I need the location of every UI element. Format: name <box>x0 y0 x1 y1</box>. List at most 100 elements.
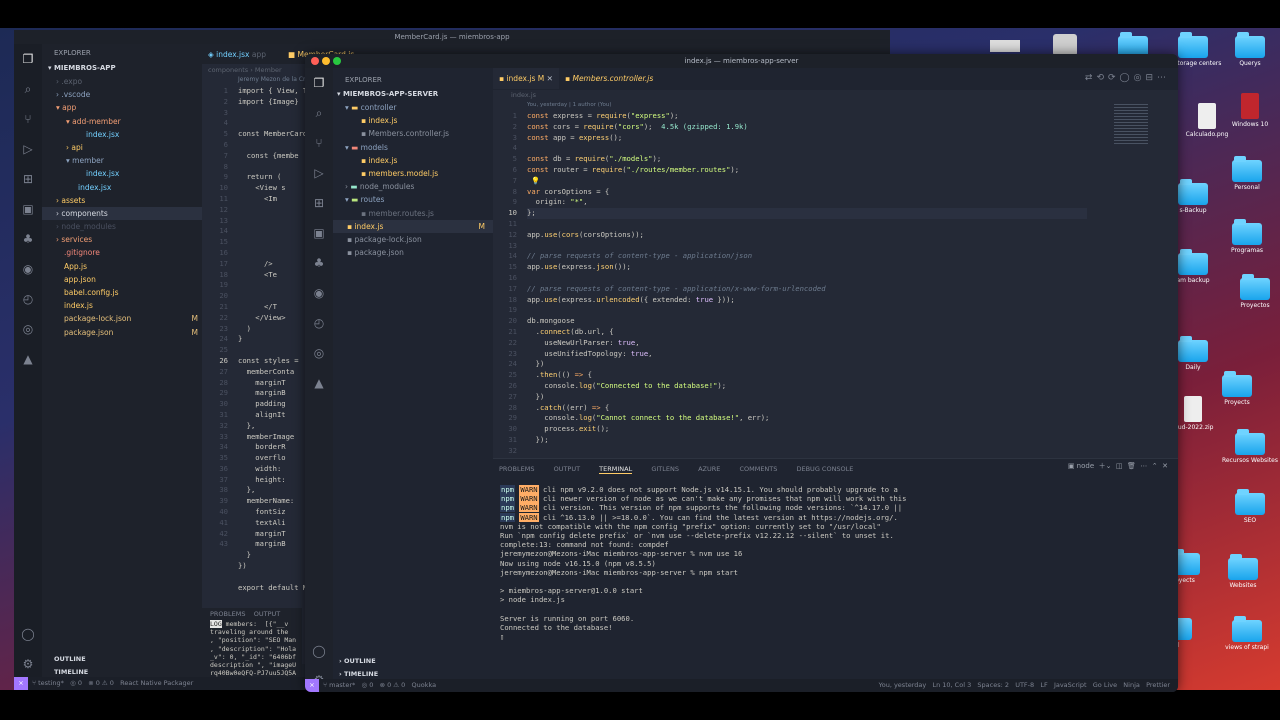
tree-item[interactable]: babel.config.js <box>42 286 202 299</box>
account-icon[interactable]: ◯ <box>305 636 333 666</box>
git-branch[interactable]: ⑂ testing* <box>32 679 64 687</box>
tree-item[interactable]: ▪ package-lock.json <box>333 233 493 246</box>
close-panel-icon[interactable]: ✕ <box>1162 462 1168 470</box>
azure-icon[interactable]: ▲ <box>305 368 333 398</box>
tree-item[interactable]: ▾ ▬ models <box>333 141 493 154</box>
outline-section[interactable]: › OUTLINE <box>339 657 376 665</box>
close-window-button[interactable] <box>311 57 319 65</box>
tree-item[interactable]: app.json <box>42 273 202 286</box>
end-of-line[interactable]: LF <box>1040 681 1047 689</box>
sync-status[interactable]: ◎ 0 <box>70 679 82 687</box>
tree-item[interactable]: › node_modules <box>42 220 202 233</box>
project-header[interactable]: ▾ MIEMBROS-APP <box>42 62 202 75</box>
remote-indicator[interactable]: ⨯ <box>14 677 28 690</box>
docker-icon[interactable]: ◉ <box>14 254 42 284</box>
desktop-folder-icon[interactable]: Recursos Websites <box>1215 429 1280 465</box>
tab-azure[interactable]: AZURE <box>698 465 720 473</box>
settings-gear-icon[interactable]: ⚙ <box>14 649 42 679</box>
tree-item[interactable]: package.json M <box>42 326 202 339</box>
tab-comments[interactable]: COMMENTS <box>739 465 777 473</box>
tab-members-controller[interactable]: ▪ Members.controller.js <box>559 68 659 89</box>
react-native-packager[interactable]: React Native Packager <box>120 679 193 687</box>
source-control-icon[interactable]: ⑂ <box>14 104 42 134</box>
desktop-folder-icon[interactable]: Websites <box>1208 554 1278 590</box>
tab-debug-console[interactable]: DEBUG CONSOLE <box>796 465 853 473</box>
tab-index-jsx[interactable]: ◈ index.jsx app <box>202 44 272 65</box>
tree-item[interactable]: ▪ members.model.js <box>333 167 493 180</box>
github-icon[interactable]: ◎ <box>14 314 42 344</box>
tree-item[interactable]: › services <box>42 233 202 246</box>
cursor-position[interactable]: Ln 10, Col 3 <box>932 681 971 689</box>
prettier-status[interactable]: Prettier <box>1146 681 1170 689</box>
indentation[interactable]: Spaces: 2 <box>977 681 1009 689</box>
editor-actions[interactable]: ⇄⟲⟳◯◎⊟⋯ <box>1085 73 1170 83</box>
remote-indicator[interactable]: ⨯ <box>305 679 319 692</box>
files-icon[interactable]: ❐ <box>14 44 42 74</box>
terminal-shell-selector[interactable]: ▣ node <box>1068 462 1094 470</box>
github-icon[interactable]: ◎ <box>305 338 333 368</box>
docker-icon[interactable]: ◉ <box>305 278 333 308</box>
tab-output[interactable]: OUTPUT <box>554 465 581 473</box>
tree-item[interactable]: ▪ Members.controller.js <box>333 127 493 140</box>
maximize-panel-icon[interactable]: ⌃ <box>1152 462 1158 470</box>
desktop-folder-icon[interactable]: Proyectos <box>1220 274 1280 310</box>
timeline-icon[interactable]: ◴ <box>14 284 42 314</box>
tree-item[interactable]: › .expo <box>42 75 202 88</box>
tree-item[interactable]: ▪ member.routes.js <box>333 207 493 220</box>
encoding[interactable]: UTF-8 <box>1015 681 1034 689</box>
run-debug-icon[interactable]: ▷ <box>14 134 42 164</box>
sync-status[interactable]: ◎ 0 <box>361 681 373 689</box>
tab-index-js[interactable]: ▪ index.js M ✕ <box>493 68 559 89</box>
tree-item[interactable]: index.jsx <box>42 181 202 194</box>
tree-item[interactable]: index.jsx <box>42 167 202 180</box>
tree-item[interactable]: ▪ index.js <box>333 114 493 127</box>
tree-item[interactable]: ▾ ▬ routes <box>333 193 493 206</box>
desktop-folder-icon[interactable]: SEO <box>1215 489 1280 525</box>
tab-output[interactable]: OUTPUT <box>254 610 281 618</box>
tree-item-active[interactable]: ▪ index.js M <box>333 219 493 233</box>
run-debug-icon[interactable]: ▷ <box>305 158 333 188</box>
more-actions-icon[interactable]: ⋯ <box>1140 462 1147 470</box>
quokka-status[interactable]: Quokka <box>412 681 437 689</box>
tree-item[interactable]: › components <box>42 206 202 221</box>
desktop-folder-icon[interactable]: Programas <box>1212 219 1280 255</box>
tree-item[interactable]: ▾ app <box>42 101 202 114</box>
search-icon[interactable]: ⌕ <box>305 98 333 128</box>
tree-item[interactable]: package-lock.json M <box>42 312 202 325</box>
tree-item[interactable]: › assets <box>42 194 202 207</box>
split-terminal-icon[interactable]: ◫ <box>1116 462 1123 470</box>
maximize-window-button[interactable] <box>333 57 341 65</box>
remote-icon[interactable]: ▣ <box>305 218 333 248</box>
tree-item[interactable]: › ▬ node_modules <box>333 180 493 193</box>
tree-item[interactable]: ▾ ▬ controller <box>333 101 493 114</box>
tree-item[interactable]: ▾ member <box>42 154 202 167</box>
ninja-status[interactable]: Ninja <box>1123 681 1140 689</box>
account-icon[interactable]: ◯ <box>14 619 42 649</box>
git-branch[interactable]: ⑂ master* <box>323 681 355 689</box>
timeline-icon[interactable]: ◴ <box>305 308 333 338</box>
timeline-section[interactable]: › TIMELINE <box>339 670 378 678</box>
code-lines[interactable]: const express = require("express"); cons… <box>527 111 1087 457</box>
terminal-output[interactable]: npm WARN cli npm v9.2.0 does not support… <box>493 473 1178 641</box>
close-tab-icon[interactable]: ✕ <box>547 74 553 83</box>
new-terminal-icon[interactable]: ＋⌄ <box>1099 462 1112 470</box>
desktop-drive-icon[interactable] <box>1030 34 1100 56</box>
timeline-section[interactable]: TIMELINE <box>54 668 88 676</box>
language-mode[interactable]: JavaScript <box>1054 681 1087 689</box>
git-blame-status[interactable]: You, yesterday <box>879 681 927 689</box>
tree-item[interactable]: ▪ index.js <box>333 154 493 167</box>
outline-section[interactable]: OUTLINE <box>54 655 86 663</box>
problems-count[interactable]: ⊗ 0 ⚠ 0 <box>88 679 114 687</box>
extensions-icon[interactable]: ⊞ <box>305 188 333 218</box>
go-live-button[interactable]: Go Live <box>1093 681 1117 689</box>
tree-item[interactable]: ▪ package.json <box>333 246 493 259</box>
extensions-icon[interactable]: ⊞ <box>14 164 42 194</box>
desktop-folder-icon[interactable]: views of strapi <box>1212 616 1280 652</box>
minimap[interactable] <box>1114 104 1148 144</box>
desktop-file-icon[interactable]: Calculado.png <box>1172 103 1242 139</box>
tab-problems[interactable]: PROBLEMS <box>210 610 245 618</box>
tree-item[interactable]: › .vscode <box>42 88 202 101</box>
files-icon[interactable]: ❐ <box>305 68 333 98</box>
kill-terminal-icon[interactable]: 🗑 <box>1127 462 1136 470</box>
tree-item[interactable]: index.js <box>42 299 202 312</box>
